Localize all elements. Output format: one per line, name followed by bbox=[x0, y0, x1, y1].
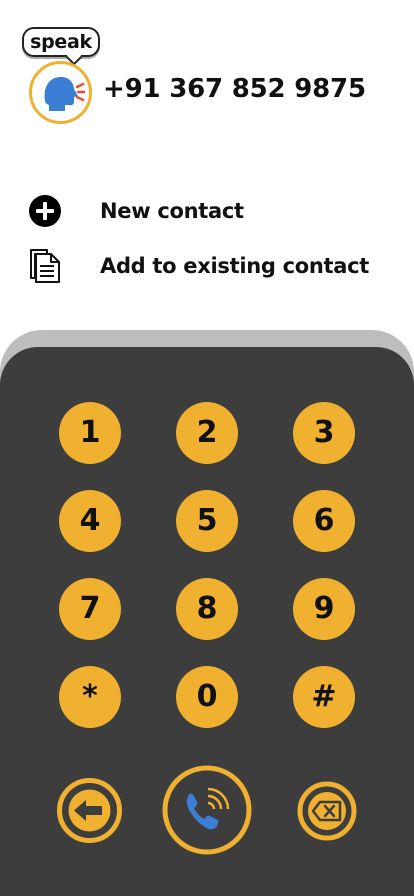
speaking-head-icon bbox=[35, 67, 86, 118]
phone-number: +91 367 852 9875 bbox=[103, 74, 366, 104]
speak-label: speak bbox=[30, 31, 92, 53]
key-star[interactable]: * bbox=[59, 666, 121, 728]
key-3[interactable]: 3 bbox=[293, 402, 355, 464]
delete-button[interactable] bbox=[297, 781, 357, 841]
key-7[interactable]: 7 bbox=[59, 578, 121, 640]
avatar bbox=[29, 61, 92, 124]
document-icon bbox=[30, 249, 60, 283]
backspace-icon bbox=[297, 781, 357, 841]
key-0[interactable]: 0 bbox=[176, 666, 238, 728]
key-2[interactable]: 2 bbox=[176, 402, 238, 464]
key-6[interactable]: 6 bbox=[293, 490, 355, 552]
key-9[interactable]: 9 bbox=[293, 578, 355, 640]
phone-call-icon bbox=[162, 765, 252, 855]
new-contact-button[interactable]: New contact bbox=[28, 195, 244, 227]
call-button[interactable] bbox=[162, 765, 252, 855]
key-8[interactable]: 8 bbox=[176, 578, 238, 640]
speak-button[interactable]: speak bbox=[22, 27, 100, 57]
add-to-existing-contact-label: Add to existing contact bbox=[100, 254, 370, 278]
add-to-existing-contact-button[interactable]: Add to existing contact bbox=[28, 248, 369, 284]
back-button[interactable] bbox=[56, 777, 123, 844]
key-5[interactable]: 5 bbox=[176, 490, 238, 552]
arrow-left-icon bbox=[57, 778, 122, 843]
key-4[interactable]: 4 bbox=[59, 490, 121, 552]
key-1[interactable]: 1 bbox=[59, 402, 121, 464]
key-hash[interactable]: # bbox=[293, 666, 355, 728]
new-contact-label: New contact bbox=[100, 199, 244, 223]
plus-circle-icon bbox=[29, 195, 61, 227]
